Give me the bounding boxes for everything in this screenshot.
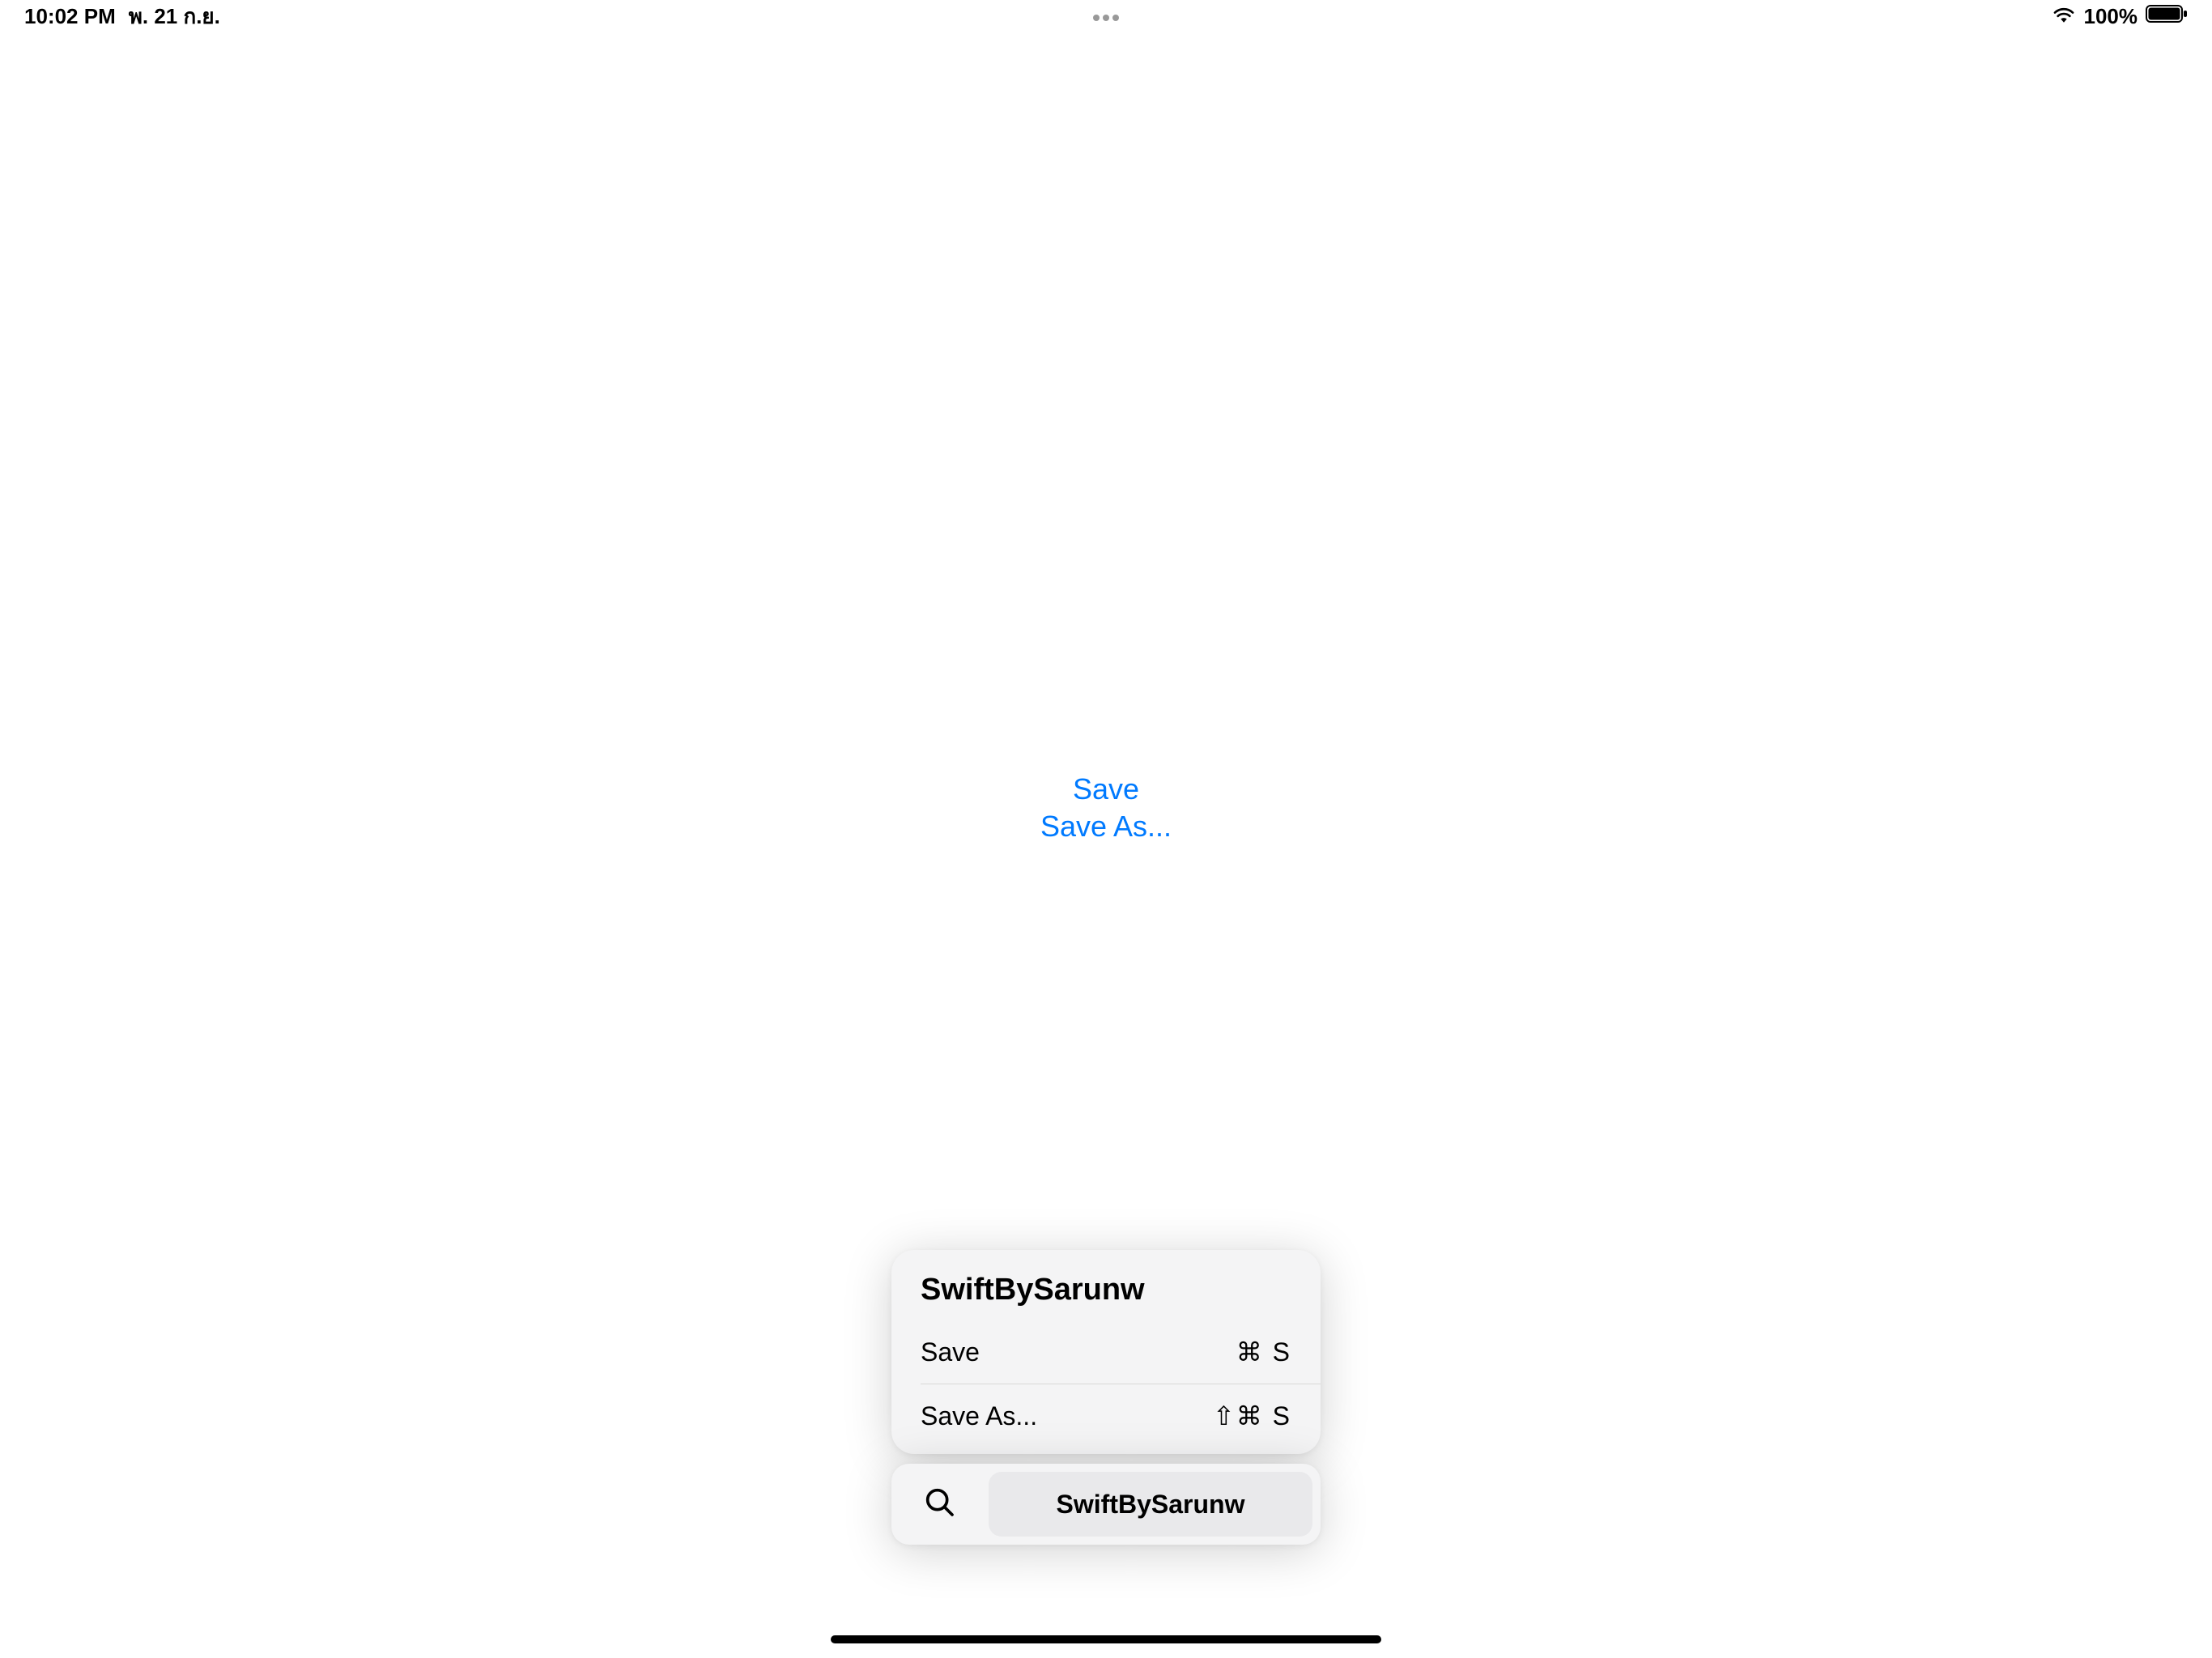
- shortcut-bar-tab[interactable]: SwiftBySarunw: [989, 1472, 1312, 1537]
- center-actions: Save Save As...: [1040, 772, 1172, 844]
- shortcut-label: Save: [921, 1337, 980, 1367]
- shortcut-row-save-as[interactable]: Save As... ⇧⌘ S: [891, 1384, 1321, 1448]
- shortcut-key: ⌘ S: [1236, 1337, 1291, 1367]
- shortcut-label: Save As...: [921, 1401, 1037, 1431]
- shortcut-bar: SwiftBySarunw: [891, 1464, 1321, 1545]
- panel-title: SwiftBySarunw: [891, 1273, 1321, 1320]
- wifi-icon: [2052, 4, 2076, 29]
- search-button[interactable]: [900, 1472, 981, 1537]
- search-icon: [924, 1486, 956, 1523]
- keyboard-shortcut-panel: SwiftBySarunw Save ⌘ S Save As... ⇧⌘ S: [891, 1250, 1321, 1454]
- shortcut-row-save[interactable]: Save ⌘ S: [891, 1320, 1321, 1384]
- home-indicator[interactable]: [831, 1635, 1381, 1643]
- battery-icon: [2146, 4, 2188, 29]
- multitask-dots[interactable]: [1091, 8, 1121, 25]
- shortcut-bar-label: SwiftBySarunw: [1057, 1490, 1245, 1520]
- save-as-button[interactable]: Save As...: [1040, 810, 1172, 844]
- battery-percent: 100%: [2084, 4, 2138, 29]
- shortcut-key: ⇧⌘ S: [1213, 1401, 1291, 1431]
- status-date: พ. 21 ก.ย.: [129, 0, 220, 33]
- status-left: 10:02 PM พ. 21 ก.ย.: [24, 0, 220, 33]
- status-right: 100%: [2052, 4, 2189, 29]
- save-button[interactable]: Save: [1073, 772, 1139, 806]
- status-bar: 10:02 PM พ. 21 ก.ย. 100%: [0, 0, 2212, 32]
- status-time: 10:02 PM: [24, 4, 116, 29]
